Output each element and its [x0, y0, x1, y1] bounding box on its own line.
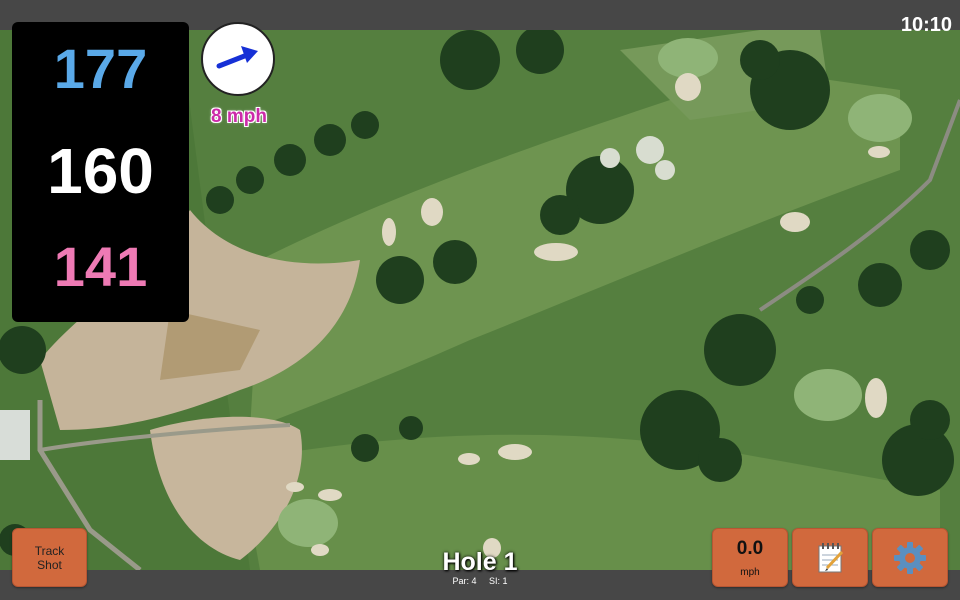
hole-title: Hole 1 [442, 548, 518, 576]
speed-button[interactable]: 0.0 mph [712, 528, 788, 587]
clock-time: 10:10 [900, 14, 952, 36]
hole-info: Par: 4 SI: 1 [380, 576, 580, 586]
track-shot-label-line1: Track [34, 543, 65, 558]
track-shot-label-line2: Shot [37, 557, 62, 572]
speed-unit: mph [740, 567, 760, 578]
speed-value: 0.0 [736, 538, 764, 559]
gear-icon [894, 541, 926, 574]
distance-middle: 160 [47, 135, 154, 207]
distance-panel: 177 160 141 [12, 22, 189, 322]
hole-par: Par: 4 [452, 576, 477, 586]
distance-front: 141 [53, 235, 148, 298]
track-shot-button[interactable]: Track Shot [12, 528, 87, 587]
settings-button[interactable] [872, 528, 948, 587]
hole-stroke-index: SI: 1 [489, 576, 508, 586]
wind-direction-indicator [201, 22, 275, 96]
wind-speed: 8 mph [211, 106, 267, 127]
wind-direction-arrow-icon [216, 46, 258, 69]
distance-back: 177 [53, 37, 148, 100]
notes-button[interactable] [792, 528, 868, 587]
notepad-icon [818, 542, 844, 572]
